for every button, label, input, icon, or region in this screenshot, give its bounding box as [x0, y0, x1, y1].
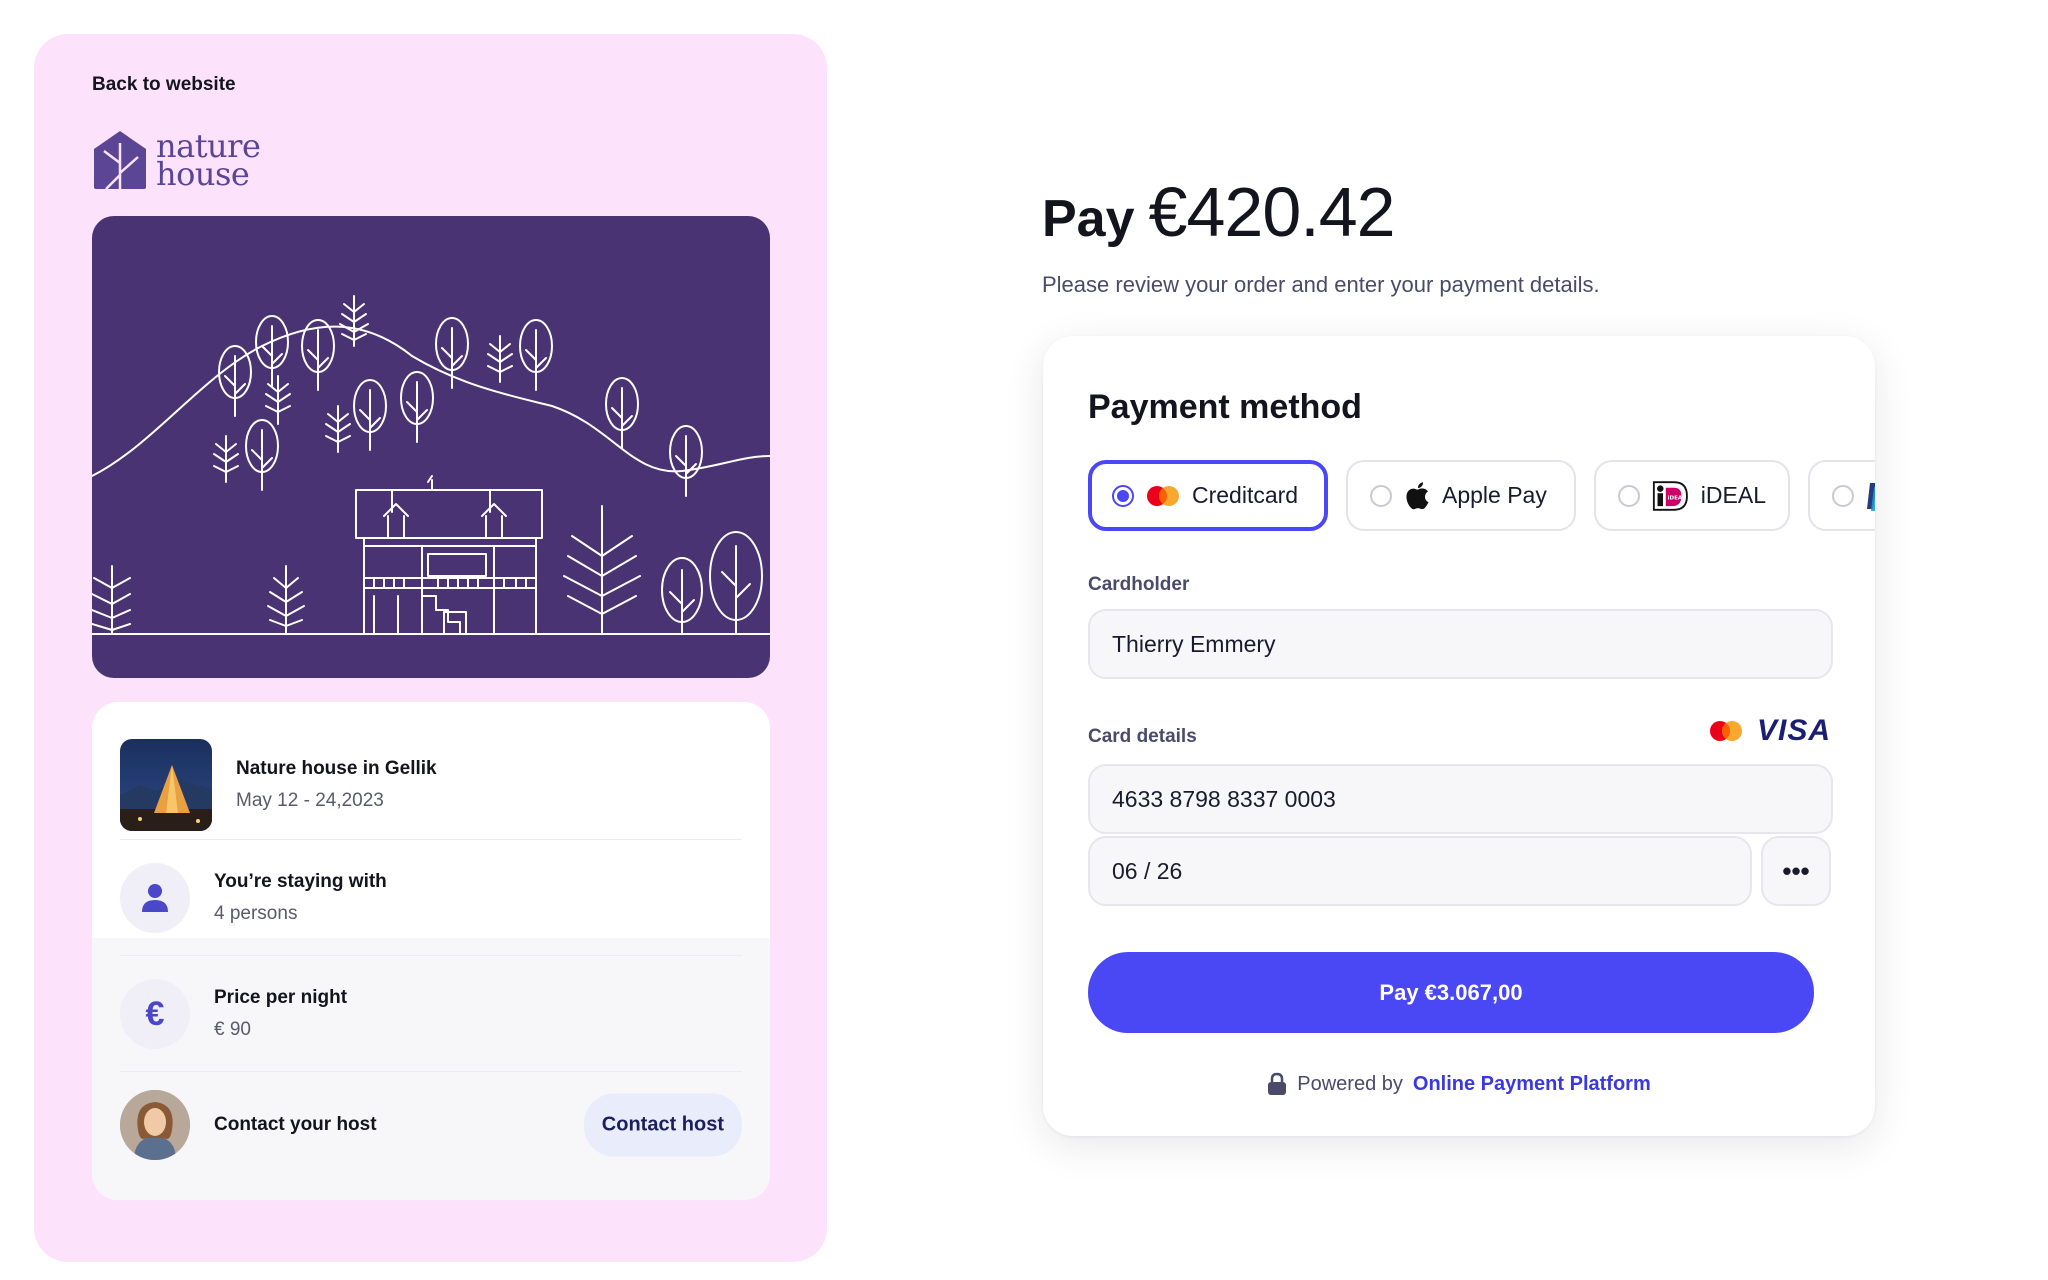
persons-count: 4 persons	[214, 903, 298, 924]
method-label: iDEAL	[1700, 482, 1766, 508]
accommodation-name: Nature house in Gellik	[236, 758, 437, 779]
euro-icon: €	[120, 979, 190, 1049]
staying-with-row: You’re staying with 4 persons	[120, 840, 742, 956]
powered-by: Powered by Online Payment Platform	[1043, 1072, 1875, 1096]
mastercard-icon	[1709, 721, 1742, 741]
price-per-night-value: € 90	[214, 1019, 251, 1040]
booking-row: Nature house in Gellik May 12 - 24,2023	[120, 730, 742, 840]
payment-card: Payment method Creditcard Apple Pay iDEA…	[1043, 336, 1875, 1136]
visa-logo: VISA	[1756, 714, 1831, 747]
accommodation-thumbnail	[120, 739, 212, 831]
accepted-cards: VISA	[1709, 714, 1831, 748]
payment-method-options: Creditcard Apple Pay iDEAL iDEAL	[1088, 460, 1875, 531]
payment-method-title: Payment method	[1088, 388, 1362, 426]
method-apple-pay[interactable]: Apple Pay	[1346, 460, 1576, 531]
lock-icon	[1268, 1072, 1287, 1095]
price-per-night-label: Price per night	[214, 987, 348, 1008]
booking-info-card: Nature house in Gellik May 12 - 24,2023 …	[92, 702, 770, 1200]
contact-host-button[interactable]: Contact host	[583, 1093, 742, 1157]
method-label: Apple Pay	[1442, 482, 1547, 508]
powered-by-text: Powered by	[1297, 1072, 1403, 1095]
method-creditcard[interactable]: Creditcard	[1088, 460, 1328, 531]
house-leaf-logo-icon	[94, 131, 146, 190]
price-per-night-row: € Price per night € 90	[120, 956, 742, 1072]
host-avatar	[120, 1090, 190, 1160]
apple-icon	[1406, 481, 1429, 509]
online-payment-platform-link[interactable]: Online Payment Platform	[1413, 1073, 1651, 1096]
radio-ideal[interactable]	[1618, 484, 1640, 507]
pay-button[interactable]: Pay €3.067,00	[1088, 952, 1814, 1033]
nature-house-logo[interactable]: nature house	[92, 129, 261, 193]
pay-heading: Pay €420.42	[1042, 172, 1396, 252]
pay-heading-word: Pay	[1042, 190, 1135, 248]
method-label: Creditcard	[1192, 482, 1299, 508]
radio-apple-pay[interactable]	[1370, 484, 1392, 507]
card-details-label: Card details	[1088, 726, 1197, 747]
card-number-input[interactable]: 4633 8798 8337 0003	[1088, 764, 1833, 834]
staying-with-label: You’re staying with	[214, 871, 387, 892]
booking-dates: May 12 - 24,2023	[236, 790, 384, 811]
back-to-website-link[interactable]: Back to website	[92, 74, 236, 96]
booking-summary-panel: Back to website nature house Nature hous…	[34, 34, 827, 1262]
pay-heading-amount: €420.42	[1148, 173, 1396, 251]
radio-paypal[interactable]	[1832, 484, 1854, 507]
cardholder-label: Cardholder	[1088, 574, 1190, 595]
ideal-icon: iDEAL	[1652, 480, 1688, 511]
contact-host-row: Contact your host Contact host	[120, 1072, 742, 1178]
expiry-input[interactable]: 06 / 26	[1088, 836, 1752, 906]
radio-creditcard[interactable]	[1112, 484, 1134, 507]
logo-line-2: house	[156, 155, 250, 193]
cvc-input[interactable]: •••	[1761, 836, 1831, 906]
paypal-icon	[1867, 482, 1875, 511]
tipi-photo-icon	[120, 739, 212, 831]
hero-illustration	[92, 216, 770, 678]
method-ideal[interactable]: iDEAL iDEAL	[1594, 460, 1790, 531]
cardholder-input[interactable]: Thierry Emmery	[1088, 609, 1833, 679]
host-avatar-icon	[120, 1090, 190, 1160]
hill-house-illustration	[92, 295, 770, 635]
method-paypal[interactable]	[1808, 460, 1875, 531]
person-icon	[120, 863, 190, 933]
svg-text:iDEAL: iDEAL	[1668, 495, 1686, 501]
logo-wordmark: nature house	[156, 130, 261, 193]
pay-subtitle: Please review your order and enter your …	[1042, 272, 1600, 297]
contact-host-label: Contact your host	[214, 1114, 377, 1135]
mastercard-icon	[1147, 485, 1179, 506]
